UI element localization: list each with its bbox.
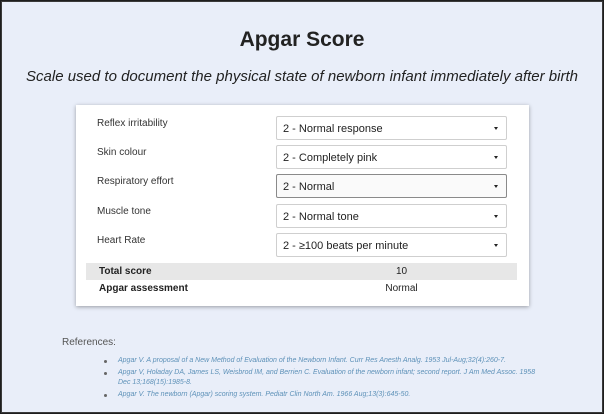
respiratory-effort-label: Respiratory effort	[97, 176, 174, 187]
apgar-assessment-value: Normal	[385, 283, 418, 294]
bullet-icon	[104, 394, 107, 397]
total-score-row: Total score 10	[86, 263, 517, 280]
chevron-down-icon	[494, 127, 498, 130]
references-heading: References:	[62, 337, 116, 348]
skin-colour-value: 2 - Completely pink	[283, 152, 378, 164]
chevron-down-icon	[494, 156, 498, 159]
reflex-irritability-select[interactable]: 2 - Normal response	[276, 116, 507, 140]
total-score-value: 10	[395, 266, 408, 277]
apgar-assessment-label: Apgar assessment	[99, 283, 188, 294]
bullet-icon	[104, 372, 107, 375]
heart-rate-value: 2 - ≥100 beats per minute	[283, 240, 409, 252]
bullet-icon	[104, 360, 107, 363]
row-muscle-tone: Muscle tone 2 - Normal tone	[76, 204, 529, 230]
skin-colour-select[interactable]: 2 - Completely pink	[276, 145, 507, 169]
reference-item[interactable]: Apgar V. A proposal of a New Method of E…	[104, 356, 544, 366]
muscle-tone-select[interactable]: 2 - Normal tone	[276, 204, 507, 228]
heart-rate-label: Heart Rate	[97, 235, 146, 246]
respiratory-effort-value: 2 - Normal	[283, 181, 335, 193]
reference-text: Apgar V. The newborn (Apgar) scoring sys…	[118, 391, 411, 398]
apgar-assessment-row: Apgar assessment Normal	[86, 280, 517, 297]
chevron-down-icon	[494, 185, 498, 188]
row-respiratory-effort: Respiratory effort 2 - Normal	[76, 174, 529, 200]
row-skin-colour: Skin colour 2 - Completely pink	[76, 145, 529, 171]
chevron-down-icon	[494, 215, 498, 218]
reference-text: Apgar V, Holaday DA, James LS, Weisbrod …	[118, 369, 536, 386]
page-subtitle: Scale used to document the physical stat…	[26, 68, 578, 85]
reflex-irritability-value: 2 - Normal response	[283, 123, 383, 135]
skin-colour-label: Skin colour	[97, 147, 147, 158]
chevron-down-icon	[494, 244, 498, 247]
reflex-irritability-label: Reflex irritability	[97, 118, 168, 129]
reference-item[interactable]: Apgar V, Holaday DA, James LS, Weisbrod …	[104, 368, 544, 388]
page-title: Apgar Score	[239, 28, 365, 51]
apgar-form-card: Reflex irritability 2 - Normal response …	[76, 105, 529, 306]
row-heart-rate: Heart Rate 2 - ≥100 beats per minute	[76, 233, 529, 259]
reference-item[interactable]: Apgar V. The newborn (Apgar) scoring sys…	[104, 390, 544, 400]
total-score-label: Total score	[99, 266, 152, 277]
respiratory-effort-select[interactable]: 2 - Normal	[276, 174, 507, 198]
heart-rate-select[interactable]: 2 - ≥100 beats per minute	[276, 233, 507, 257]
muscle-tone-value: 2 - Normal tone	[283, 211, 359, 223]
reference-text: Apgar V. A proposal of a New Method of E…	[118, 357, 506, 364]
references-list: Apgar V. A proposal of a New Method of E…	[104, 356, 544, 402]
muscle-tone-label: Muscle tone	[97, 206, 151, 217]
page-frame: Apgar Score Scale used to document the p…	[1, 1, 603, 413]
row-reflex-irritability: Reflex irritability 2 - Normal response	[76, 116, 529, 142]
